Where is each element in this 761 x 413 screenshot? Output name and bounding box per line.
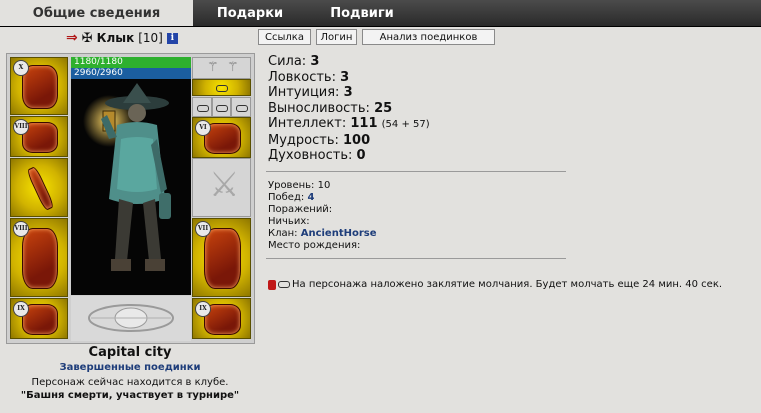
info-losses: Поражений: [268, 204, 333, 215]
belt-slot[interactable]: IX [10, 298, 68, 339]
tab-bar: Общие сведения Подарки Подвиги [0, 0, 761, 27]
health-bar: 1180/1180 [71, 57, 191, 68]
character-level: [10] [138, 31, 163, 45]
amulet-slot[interactable] [192, 79, 251, 96]
silence-lips-icon [268, 279, 276, 290]
gloves-slot[interactable]: VI [192, 117, 251, 158]
info-icon[interactable]: i [166, 32, 178, 44]
location-city: Capital city [88, 345, 172, 360]
ring-slot-2[interactable] [212, 97, 231, 117]
belt-rank-badge: IX [13, 301, 29, 317]
character-info: Уровень: 10 Побед: 4 Поражений: Ничьих: … [268, 180, 377, 252]
tab-feats[interactable]: Подвиги [307, 0, 418, 26]
tab-bar-filler [417, 0, 761, 26]
ring-slot-3[interactable] [231, 97, 251, 117]
club-status-line: Персонаж сейчас находится в клубе. [31, 377, 229, 388]
silence-notice: На персонажа наложено заклятие молчания.… [268, 279, 722, 290]
pants-icon [204, 228, 241, 289]
rune-slot-bar [71, 296, 191, 341]
info-level: Уровень: 10 [268, 180, 331, 191]
mana-bar: 2960/2960 [71, 68, 191, 79]
helmet-rank-badge: X [13, 60, 29, 76]
bracers-slot[interactable]: VIII [10, 116, 68, 157]
clan-link[interactable]: AncientHorse [301, 228, 377, 239]
stat-strength: Сила: 3 [268, 54, 320, 69]
character-figure [83, 83, 171, 271]
ring-3-icon [236, 105, 248, 112]
stat-wisdom: Мудрость: 100 [268, 132, 371, 148]
boots-rank-badge: IX [195, 301, 211, 317]
character-nick: Клык [96, 31, 135, 45]
pants-slot[interactable]: VII [192, 218, 251, 297]
stat-endurance: Выносливость: 25 [268, 100, 393, 116]
finished-battles-link[interactable]: Завершенные поединки [0, 362, 260, 373]
ring-slot-1[interactable] [192, 97, 212, 117]
ring-2-icon [216, 105, 228, 112]
alignment-icon[interactable]: ✠ [82, 31, 93, 46]
pants-rank-badge: VII [195, 221, 211, 237]
staff-icon [25, 165, 55, 212]
tab-general[interactable]: Общие сведения [0, 0, 194, 26]
armor-slot[interactable]: VIII [10, 218, 68, 297]
stat-intuition: Интуиция: 3 [268, 85, 353, 100]
info-draws: Ничьих: [268, 216, 310, 227]
tab-gifts[interactable]: Подарки [193, 0, 308, 26]
gloves-rank-badge: VI [195, 120, 211, 136]
info-birthplace: Место рождения: [268, 240, 361, 251]
shield-slot[interactable]: ⚔ [192, 158, 251, 217]
earring-left-icon: ⚚ [207, 60, 219, 75]
intellect-bonus: (54 + 57) [381, 119, 430, 130]
silence-text: На персонажа наложено заклятие молчания.… [292, 279, 723, 290]
weapon-slot[interactable] [10, 158, 68, 217]
divider-stats [266, 171, 566, 172]
info-clan: Клан: AncientHorse [268, 228, 377, 239]
stat-intellect: Интеллект: 111 (54 + 57) [268, 116, 430, 131]
character-header: ⇒ ✠ Клык [10] i [66, 29, 178, 47]
character-stats: Сила: 3 Ловкость: 3 Интуиция: 3 Вынослив… [268, 54, 430, 164]
link-button[interactable]: Ссылка [258, 29, 311, 45]
equipment-panel: X VIII VIII IX 1180/1180 2960/2960 ⚚ ⚚ V… [6, 53, 255, 344]
character-avatar [71, 79, 191, 295]
stat-agility: Ловкость: 3 [268, 69, 350, 85]
club-name-line: "Башня смерти, участвует в турнире" [20, 390, 240, 401]
divider-info [266, 258, 566, 259]
stat-spirituality: Духовность: 0 [268, 148, 366, 163]
sword-placeholder-icon: ⚔ [209, 165, 240, 205]
rune-emblem-icon [88, 304, 174, 332]
armor-rank-badge: VIII [13, 221, 29, 237]
info-wins: Побед: 4 [268, 192, 315, 203]
ring-1-icon [197, 105, 209, 112]
earrings-slot[interactable]: ⚚ ⚚ [192, 57, 251, 79]
boots-slot[interactable]: IX [192, 298, 251, 339]
private-message-arrow-icon[interactable]: ⇒ [66, 30, 78, 46]
battle-analysis-button[interactable]: Анализ поединков [362, 29, 495, 45]
login-button[interactable]: Логин [316, 29, 357, 45]
amulet-icon [216, 85, 228, 92]
silence-chain-icon [278, 281, 290, 288]
armor-icon [22, 228, 58, 289]
bracers-rank-badge: VIII [13, 119, 29, 135]
helmet-slot[interactable]: X [10, 57, 68, 115]
earring-right-icon: ⚚ [227, 60, 239, 75]
